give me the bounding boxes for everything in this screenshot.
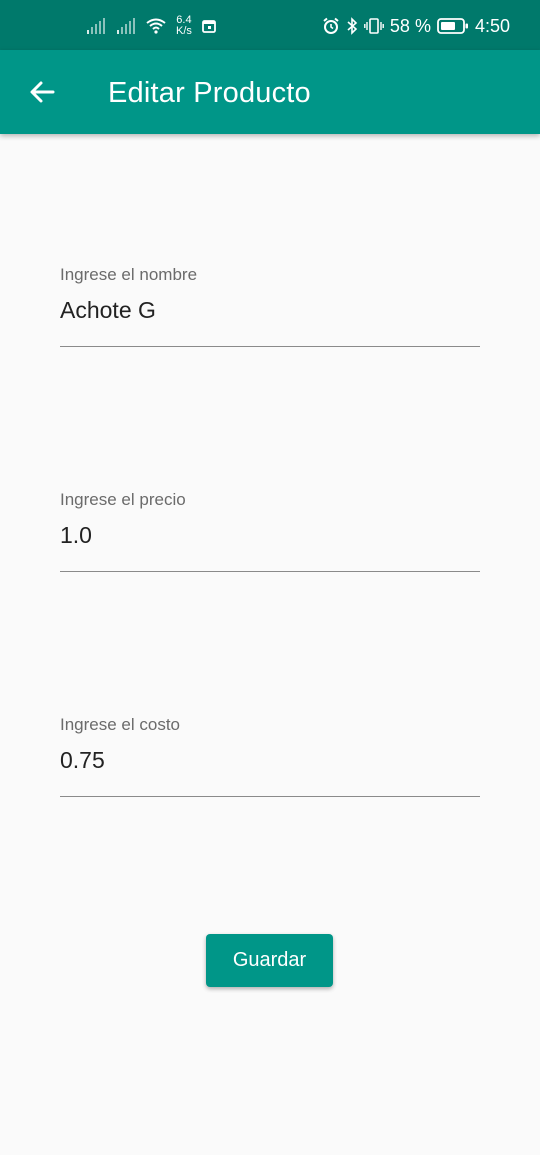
signal-icon	[87, 18, 105, 34]
status-left-group: 6.4 K/s	[86, 14, 216, 38]
net-speed-indicator: 6.4 K/s	[176, 15, 192, 37]
net-speed-unit: K/s	[176, 25, 192, 37]
price-field: Ingrese el precio	[60, 490, 480, 572]
alarm-icon	[323, 17, 339, 34]
price-label: Ingrese el precio	[60, 490, 186, 509]
battery-icon	[437, 18, 468, 34]
cost-field: Ingrese el costo	[60, 715, 480, 797]
cost-underline	[60, 796, 480, 797]
clock-time: 4:50	[474, 15, 510, 36]
cost-label: Ingrese el costo	[60, 715, 181, 734]
back-button[interactable]	[22, 72, 62, 112]
wifi-icon	[146, 18, 166, 34]
bluetooth-icon	[347, 17, 358, 35]
app-bar: Editar Producto	[0, 50, 540, 134]
price-underline	[60, 571, 480, 572]
name-label: Ingrese el nombre	[60, 265, 198, 284]
name-field: Ingrese el nombre	[60, 265, 480, 347]
cost-input[interactable]	[60, 745, 480, 775]
arrow-back-icon	[30, 81, 55, 103]
battery-percent: 58 %	[389, 15, 431, 36]
vibrate-icon	[364, 18, 384, 34]
save-button[interactable]: Guardar	[206, 934, 333, 987]
price-input[interactable]	[60, 520, 480, 550]
status-bar: 6.4 K/s 58 % 4:50	[0, 0, 540, 50]
name-input[interactable]	[60, 295, 480, 325]
status-right-group: 58 % 4:50	[322, 14, 510, 38]
signal-icon	[117, 18, 135, 34]
name-underline	[60, 346, 480, 347]
calendar-icon	[202, 20, 216, 33]
page-title: Editar Producto	[108, 77, 311, 109]
